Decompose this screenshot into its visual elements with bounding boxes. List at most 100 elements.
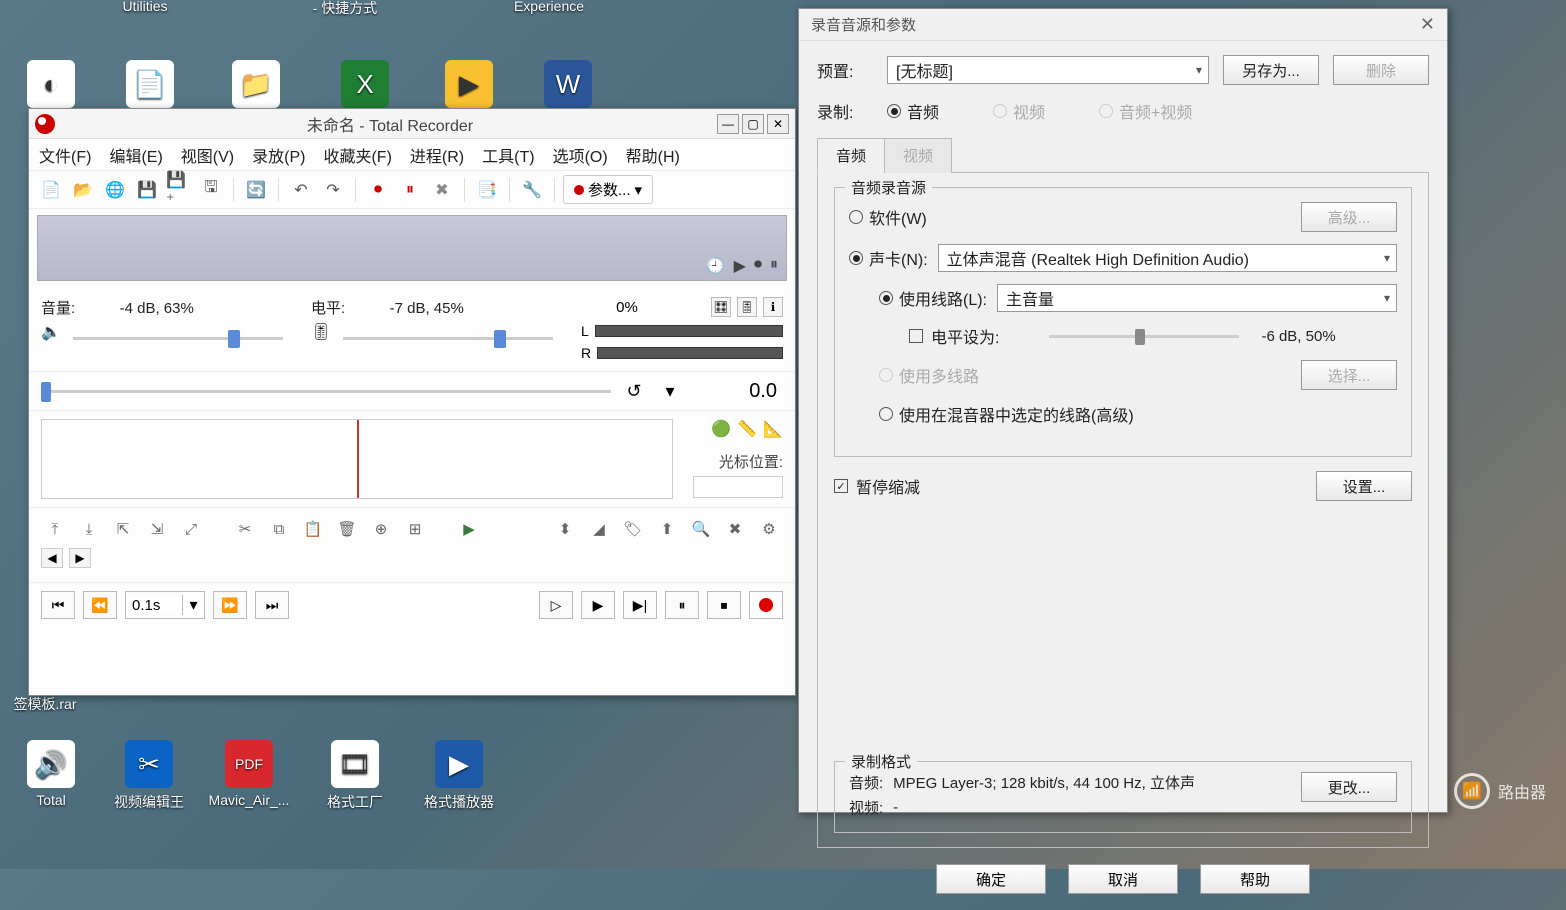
menu-view[interactable]: 视图(V) xyxy=(181,143,234,167)
loop-icon[interactable]: ↺ xyxy=(621,378,647,404)
saveclip-icon[interactable]: 🖫 xyxy=(197,176,225,204)
record-button[interactable] xyxy=(749,591,783,619)
mixer-icon[interactable]: 🎛 xyxy=(711,297,731,317)
sel-to-end-icon[interactable]: ⇲ xyxy=(143,516,171,542)
menu-tools[interactable]: 工具(T) xyxy=(482,143,534,167)
settings-button[interactable]: 设置... xyxy=(1316,471,1412,501)
settings-icon[interactable]: 🔧 xyxy=(518,176,546,204)
cut-icon[interactable]: ✂ xyxy=(231,516,259,542)
clock-icon[interactable]: 🕘 xyxy=(706,256,726,276)
menu-process[interactable]: 进程(R) xyxy=(410,143,464,167)
desktop-icon[interactable]: ▶格式播放器 xyxy=(414,740,504,812)
tab-audio[interactable]: 音频 xyxy=(817,138,885,173)
close-button[interactable]: ✕ xyxy=(767,114,789,134)
desktop-icon[interactable]: Utilities xyxy=(100,0,190,14)
stop-button[interactable]: ⏹ xyxy=(707,591,741,619)
trim-icon[interactable]: ⤢ xyxy=(177,516,205,542)
desktop-icon[interactable]: 🔊Total xyxy=(6,740,96,808)
rewind-button[interactable]: ⏪ xyxy=(83,591,117,619)
schedule-icon[interactable]: 📑 xyxy=(473,176,501,204)
sel-start-icon[interactable]: ⤒ xyxy=(41,516,69,542)
change-button[interactable]: 更改... xyxy=(1301,772,1397,802)
goto-start-button[interactable]: ⏮ xyxy=(41,591,75,619)
level-set-slider[interactable] xyxy=(1049,327,1239,345)
play-icon[interactable]: ▶ xyxy=(734,256,746,276)
desktop-icon[interactable]: ✂视频编辑王 xyxy=(104,740,194,812)
step-input[interactable] xyxy=(126,597,182,614)
advanced-button[interactable]: 高级... xyxy=(1301,202,1397,232)
delete-icon[interactable]: 🗑 xyxy=(333,516,361,542)
volume-slider[interactable] xyxy=(73,328,283,348)
chevron-down-icon[interactable]: ▾ xyxy=(182,595,204,615)
normalize-icon[interactable]: ⬍ xyxy=(551,516,579,542)
pause-icon[interactable]: ⏸ xyxy=(770,256,778,276)
next-marker-icon[interactable]: ▶ xyxy=(69,548,91,568)
sel-end-icon[interactable]: ⤓ xyxy=(75,516,103,542)
line-combo[interactable]: 主音量▾ xyxy=(997,284,1397,312)
sel-all-icon[interactable]: ⇱ xyxy=(109,516,137,542)
fade-icon[interactable]: ◢ xyxy=(585,516,613,542)
menu-file[interactable]: 文件(F) xyxy=(39,143,91,167)
minimize-button[interactable]: — xyxy=(717,114,739,134)
save-icon[interactable]: 💾 xyxy=(133,176,161,204)
speaker-icon[interactable]: 🔈 xyxy=(41,322,63,344)
play-button[interactable]: ▶ xyxy=(581,591,615,619)
menu-fav[interactable]: 收藏夹(F) xyxy=(323,143,391,167)
up-icon[interactable]: ⬆ xyxy=(653,516,681,542)
new-icon[interactable]: 📄 xyxy=(37,176,65,204)
open-icon[interactable]: 📂 xyxy=(69,176,97,204)
time-scrubber[interactable] xyxy=(41,380,611,402)
fx-icon[interactable]: ⚙ xyxy=(755,516,783,542)
find-icon[interactable]: 🔍 xyxy=(687,516,715,542)
forward-button[interactable]: ⏩ xyxy=(213,591,247,619)
desktop-icon[interactable]: - 快捷方式 xyxy=(300,0,390,18)
desktop-icon[interactable]: Experience xyxy=(504,0,594,14)
radio-multiline[interactable]: 使用多线路 xyxy=(879,363,979,387)
redo-icon[interactable]: ↷ xyxy=(319,176,347,204)
mix-icon[interactable]: ⊕ xyxy=(367,516,395,542)
level-icon[interactable]: 🎚 xyxy=(311,322,333,344)
dialog-titlebar[interactable]: 录音音源和参数 ✕ xyxy=(799,9,1447,41)
waveform-display[interactable]: 🕘 ▶ ⏺ ⏸ xyxy=(37,215,787,281)
del-sel-icon[interactable]: ✖ xyxy=(721,516,749,542)
record-icon[interactable]: ⏺ xyxy=(754,256,762,276)
play-next-button[interactable]: ▶| xyxy=(623,591,657,619)
undo-icon[interactable]: ↶ xyxy=(287,176,315,204)
refresh-icon[interactable]: 🔄 xyxy=(242,176,270,204)
level-slider[interactable] xyxy=(343,328,553,348)
menu-playrec[interactable]: 录放(P) xyxy=(252,143,305,167)
ruler-icon[interactable]: 📏 xyxy=(737,419,757,439)
url-icon[interactable]: 🌐 xyxy=(101,176,129,204)
select-button[interactable]: 选择... xyxy=(1301,360,1397,390)
play-sel-icon[interactable]: ▶ xyxy=(455,516,483,542)
goto-end-button[interactable]: ⏭ xyxy=(255,591,289,619)
paste-icon[interactable]: 📋 xyxy=(299,516,327,542)
desktop-icon[interactable]: PDFMavic_Air_... xyxy=(204,740,294,808)
marker-edit-icon[interactable]: 📐 xyxy=(763,419,783,439)
menu-edit[interactable]: 编辑(E) xyxy=(109,143,162,167)
append-icon[interactable]: ⊞ xyxy=(401,516,429,542)
desktop-icon[interactable]: 签模板.rar xyxy=(0,694,90,714)
save-as-button[interactable]: 另存为... xyxy=(1223,55,1319,85)
prev-marker-icon[interactable]: ◀ xyxy=(41,548,63,568)
menu-options[interactable]: 选项(O) xyxy=(553,143,608,167)
radio-software[interactable]: 软件(W) xyxy=(849,205,927,229)
record-pause-icon[interactable]: ⏸ xyxy=(396,176,424,204)
radio-soundcard[interactable]: 声卡(N): xyxy=(849,246,928,270)
pause-button[interactable]: ⏸ xyxy=(665,591,699,619)
track-display[interactable] xyxy=(41,419,673,499)
titlebar[interactable]: 未命名 - Total Recorder — ▢ ✕ xyxy=(29,109,795,139)
tag-icon[interactable]: 🏷 xyxy=(619,516,647,542)
play-sel-button[interactable]: ▷ xyxy=(539,591,573,619)
copy-icon[interactable]: ⧉ xyxy=(265,516,293,542)
saveas-icon[interactable]: 💾⁺ xyxy=(165,176,193,204)
menu-help[interactable]: 帮助(H) xyxy=(626,143,680,167)
record-start-icon[interactable]: ⏺ xyxy=(364,176,392,204)
radio-audio-video[interactable]: 音频+视频 xyxy=(1099,99,1192,123)
radio-mixer-selected[interactable]: 使用在混音器中选定的线路(高级) xyxy=(879,402,1134,426)
soundcard-combo[interactable]: 立体声混音 (Realtek High Definition Audio)▾ xyxy=(938,244,1397,272)
delete-button[interactable]: 删除 xyxy=(1333,55,1429,85)
level-set-checkbox[interactable]: 电平设为: xyxy=(909,324,999,348)
chevron-down-icon[interactable]: ▾ xyxy=(657,378,683,404)
desktop-icon[interactable]: 🎞格式工厂 xyxy=(310,740,400,812)
